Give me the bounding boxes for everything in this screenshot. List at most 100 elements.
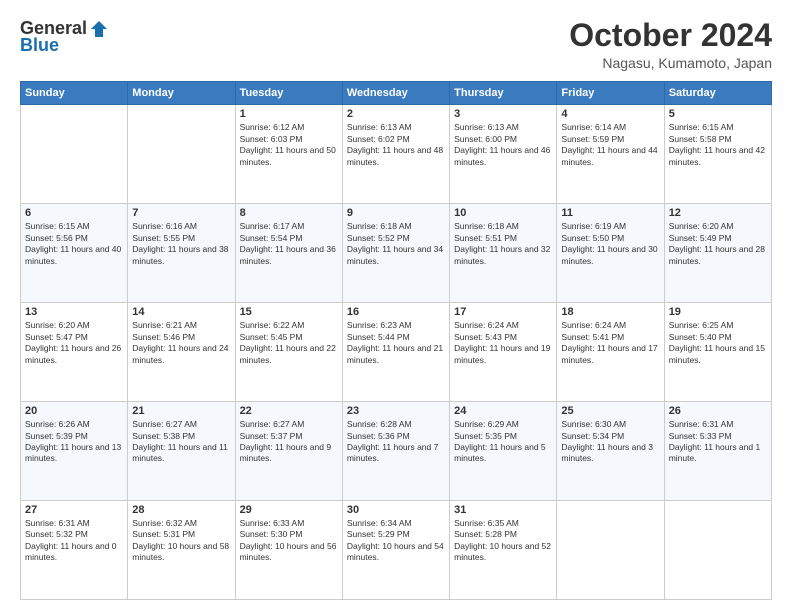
logo-icon (89, 19, 109, 39)
day-number: 8 (240, 207, 338, 219)
table-row: 7Sunrise: 6:16 AM Sunset: 5:55 PM Daylig… (128, 204, 235, 303)
day-number: 20 (25, 405, 123, 417)
day-number: 22 (240, 405, 338, 417)
col-sunday: Sunday (21, 82, 128, 105)
day-number: 18 (561, 306, 659, 318)
day-number: 13 (25, 306, 123, 318)
day-info: Sunrise: 6:13 AM Sunset: 6:00 PM Dayligh… (454, 122, 552, 168)
day-info: Sunrise: 6:20 AM Sunset: 5:47 PM Dayligh… (25, 320, 123, 366)
day-number: 16 (347, 306, 445, 318)
table-row: 29Sunrise: 6:33 AM Sunset: 5:30 PM Dayli… (235, 501, 342, 600)
week-row-5: 27 Sunrise: 6:31 AM Sunset: 5:32 PM Dayli… (21, 501, 772, 600)
logo: General Blue (20, 18, 109, 56)
day-info: Sunrise: 6:13 AM Sunset: 6:02 PM Dayligh… (347, 122, 445, 168)
table-row: 15 Sunrise: 6:22 AM Sunset: 5:45 PM Dayli… (235, 303, 342, 402)
week-row-2: 6Sunrise: 6:15 AM Sunset: 5:56 PM Daylig… (21, 204, 772, 303)
day-number: 19 (669, 306, 767, 318)
day-info: Sunrise: 6:14 AM Sunset: 5:59 PM Dayligh… (561, 122, 659, 168)
col-wednesday: Wednesday (342, 82, 449, 105)
table-row: 26 Sunrise: 6:31 AM Sunset: 5:33 PM Dayli… (664, 402, 771, 501)
day-info: Sunrise: 6:30 AM Sunset: 5:34 PM Dayligh… (561, 419, 659, 465)
location: Nagasu, Kumamoto, Japan (569, 55, 772, 71)
table-row: 16 Sunrise: 6:23 AM Sunset: 5:44 PM Dayli… (342, 303, 449, 402)
day-number: 2 (347, 108, 445, 120)
day-info: Sunrise: 6:20 AM Sunset: 5:49 PM Dayligh… (669, 221, 767, 267)
calendar-table: Sunday Monday Tuesday Wednesday Thursday… (20, 81, 772, 600)
day-info: Sunrise: 6:34 AM Sunset: 5:29 PM Dayligh… (347, 518, 445, 564)
table-row: 13 Sunrise: 6:20 AM Sunset: 5:47 PM Dayli… (21, 303, 128, 402)
day-info: Sunrise: 6:16 AM Sunset: 5:55 PM Dayligh… (132, 221, 230, 267)
day-number: 23 (347, 405, 445, 417)
day-number: 4 (561, 108, 659, 120)
header: General Blue October 2024 Nagasu, Kumamo… (20, 18, 772, 71)
col-thursday: Thursday (450, 82, 557, 105)
table-row: 22 Sunrise: 6:27 AM Sunset: 5:37 PM Dayli… (235, 402, 342, 501)
day-number: 26 (669, 405, 767, 417)
day-number: 24 (454, 405, 552, 417)
table-row: 5Sunrise: 6:15 AM Sunset: 5:58 PM Daylig… (664, 105, 771, 204)
table-row (21, 105, 128, 204)
day-number: 6 (25, 207, 123, 219)
day-info: Sunrise: 6:31 AM Sunset: 5:33 PM Dayligh… (669, 419, 767, 465)
table-row: 11 Sunrise: 6:19 AM Sunset: 5:50 PM Dayli… (557, 204, 664, 303)
day-info: Sunrise: 6:23 AM Sunset: 5:44 PM Dayligh… (347, 320, 445, 366)
day-number: 30 (347, 504, 445, 516)
day-number: 10 (454, 207, 552, 219)
day-number: 3 (454, 108, 552, 120)
col-monday: Monday (128, 82, 235, 105)
table-row (557, 501, 664, 600)
table-row: 6Sunrise: 6:15 AM Sunset: 5:56 PM Daylig… (21, 204, 128, 303)
day-number: 21 (132, 405, 230, 417)
col-saturday: Saturday (664, 82, 771, 105)
day-number: 11 (561, 207, 659, 219)
day-number: 9 (347, 207, 445, 219)
day-number: 5 (669, 108, 767, 120)
table-row: 19 Sunrise: 6:25 AM Sunset: 5:40 PM Dayli… (664, 303, 771, 402)
table-row: 3 Sunrise: 6:13 AM Sunset: 6:00 PM Daylig… (450, 105, 557, 204)
table-row: 23 Sunrise: 6:28 AM Sunset: 5:36 PM Dayli… (342, 402, 449, 501)
table-row: 9 Sunrise: 6:18 AM Sunset: 5:52 PM Daylig… (342, 204, 449, 303)
day-info: Sunrise: 6:22 AM Sunset: 5:45 PM Dayligh… (240, 320, 338, 366)
col-tuesday: Tuesday (235, 82, 342, 105)
day-info: Sunrise: 6:27 AM Sunset: 5:37 PM Dayligh… (240, 419, 338, 465)
table-row: 10 Sunrise: 6:18 AM Sunset: 5:51 PM Dayli… (450, 204, 557, 303)
day-info: Sunrise: 6:24 AM Sunset: 5:41 PM Dayligh… (561, 320, 659, 366)
table-row (128, 105, 235, 204)
day-info: Sunrise: 6:29 AM Sunset: 5:35 PM Dayligh… (454, 419, 552, 465)
table-row: 14Sunrise: 6:21 AM Sunset: 5:46 PM Dayli… (128, 303, 235, 402)
calendar-header-row: Sunday Monday Tuesday Wednesday Thursday… (21, 82, 772, 105)
day-number: 31 (454, 504, 552, 516)
calendar-page: General Blue October 2024 Nagasu, Kumamo… (0, 0, 792, 612)
day-number: 14 (132, 306, 230, 318)
day-number: 1 (240, 108, 338, 120)
day-info: Sunrise: 6:12 AM Sunset: 6:03 PM Dayligh… (240, 122, 338, 168)
table-row: 21 Sunrise: 6:27 AM Sunset: 5:38 PM Dayli… (128, 402, 235, 501)
table-row: 18 Sunrise: 6:24 AM Sunset: 5:41 PM Dayli… (557, 303, 664, 402)
day-info: Sunrise: 6:31 AM Sunset: 5:32 PM Dayligh… (25, 518, 123, 564)
table-row: 12 Sunrise: 6:20 AM Sunset: 5:49 PM Dayli… (664, 204, 771, 303)
table-row: 24 Sunrise: 6:29 AM Sunset: 5:35 PM Dayli… (450, 402, 557, 501)
table-row (664, 501, 771, 600)
day-number: 27 (25, 504, 123, 516)
table-row: 25 Sunrise: 6:30 AM Sunset: 5:34 PM Dayli… (557, 402, 664, 501)
day-number: 29 (240, 504, 338, 516)
day-info: Sunrise: 6:18 AM Sunset: 5:52 PM Dayligh… (347, 221, 445, 267)
day-number: 28 (132, 504, 230, 516)
table-row: 31Sunrise: 6:35 AM Sunset: 5:28 PM Dayli… (450, 501, 557, 600)
day-number: 15 (240, 306, 338, 318)
day-info: Sunrise: 6:19 AM Sunset: 5:50 PM Dayligh… (561, 221, 659, 267)
day-info: Sunrise: 6:27 AM Sunset: 5:38 PM Dayligh… (132, 419, 230, 465)
table-row: 1 Sunrise: 6:12 AM Sunset: 6:03 PM Daylig… (235, 105, 342, 204)
day-info: Sunrise: 6:18 AM Sunset: 5:51 PM Dayligh… (454, 221, 552, 267)
day-info: Sunrise: 6:17 AM Sunset: 5:54 PM Dayligh… (240, 221, 338, 267)
day-info: Sunrise: 6:25 AM Sunset: 5:40 PM Dayligh… (669, 320, 767, 366)
month-title: October 2024 (569, 18, 772, 53)
day-number: 17 (454, 306, 552, 318)
day-number: 25 (561, 405, 659, 417)
week-row-1: 1 Sunrise: 6:12 AM Sunset: 6:03 PM Daylig… (21, 105, 772, 204)
day-info: Sunrise: 6:28 AM Sunset: 5:36 PM Dayligh… (347, 419, 445, 465)
day-number: 12 (669, 207, 767, 219)
table-row: 17 Sunrise: 6:24 AM Sunset: 5:43 PM Dayli… (450, 303, 557, 402)
week-row-3: 13 Sunrise: 6:20 AM Sunset: 5:47 PM Dayli… (21, 303, 772, 402)
day-info: Sunrise: 6:24 AM Sunset: 5:43 PM Dayligh… (454, 320, 552, 366)
